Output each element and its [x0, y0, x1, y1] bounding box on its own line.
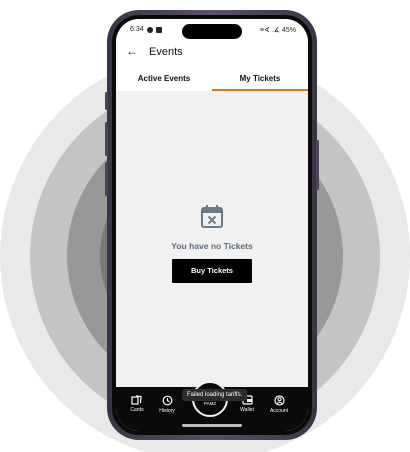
status-indicators: ≡∢ .∡ 45% [259, 27, 296, 34]
nav-item-account[interactable]: Account [264, 395, 294, 414]
screen: 6:34 ≡∢ .∡ 45% ← Events Active Events My… [116, 19, 308, 431]
tab-bar: Active Events My Tickets [116, 65, 308, 91]
phone-side-button [105, 122, 108, 156]
dynamic-island [182, 24, 242, 39]
home-indicator [182, 424, 242, 427]
arrow-left-icon[interactable]: ← [126, 44, 138, 58]
phone-frame: 6:34 ≡∢ .∡ 45% ← Events Active Events My… [105, 10, 319, 440]
empty-state: You have no Tickets Buy Tickets [116, 204, 308, 283]
phone-side-button [105, 162, 108, 196]
nav-item-cards[interactable]: Cards [122, 395, 152, 413]
toast-message: Failed loading tariffs. [182, 389, 248, 401]
calendar-x-icon [201, 204, 223, 228]
tab-active-events[interactable]: Active Events [116, 65, 212, 91]
buy-tickets-button[interactable]: Buy Tickets [172, 259, 252, 283]
nav-label: Account [269, 408, 289, 414]
nav-label: Cards [130, 407, 144, 413]
account-icon [273, 395, 285, 406]
tab-my-tickets[interactable]: My Tickets [212, 65, 308, 91]
status-bar: 6:34 ≡∢ .∡ 45% [116, 19, 308, 41]
empty-message: You have no Tickets [171, 241, 253, 251]
phone-side-button [316, 140, 319, 190]
nav-label: PAMZ [203, 401, 217, 406]
status-left: 6:34 [130, 26, 162, 33]
nav-label: History [159, 408, 175, 414]
phone-bezel: 6:34 ≡∢ .∡ 45% ← Events Active Events My… [112, 15, 312, 435]
history-icon [162, 395, 172, 406]
nav-item-history[interactable]: History [152, 395, 182, 414]
notification-icon [146, 26, 153, 33]
app-bar: ← Events [116, 41, 308, 65]
page-title: Events [149, 46, 183, 58]
phone-side-button [105, 92, 108, 110]
notification-icon [155, 26, 162, 33]
status-time: 6:34 [130, 26, 144, 33]
cards-icon [131, 395, 142, 405]
nav-label: Wallet [240, 407, 254, 413]
